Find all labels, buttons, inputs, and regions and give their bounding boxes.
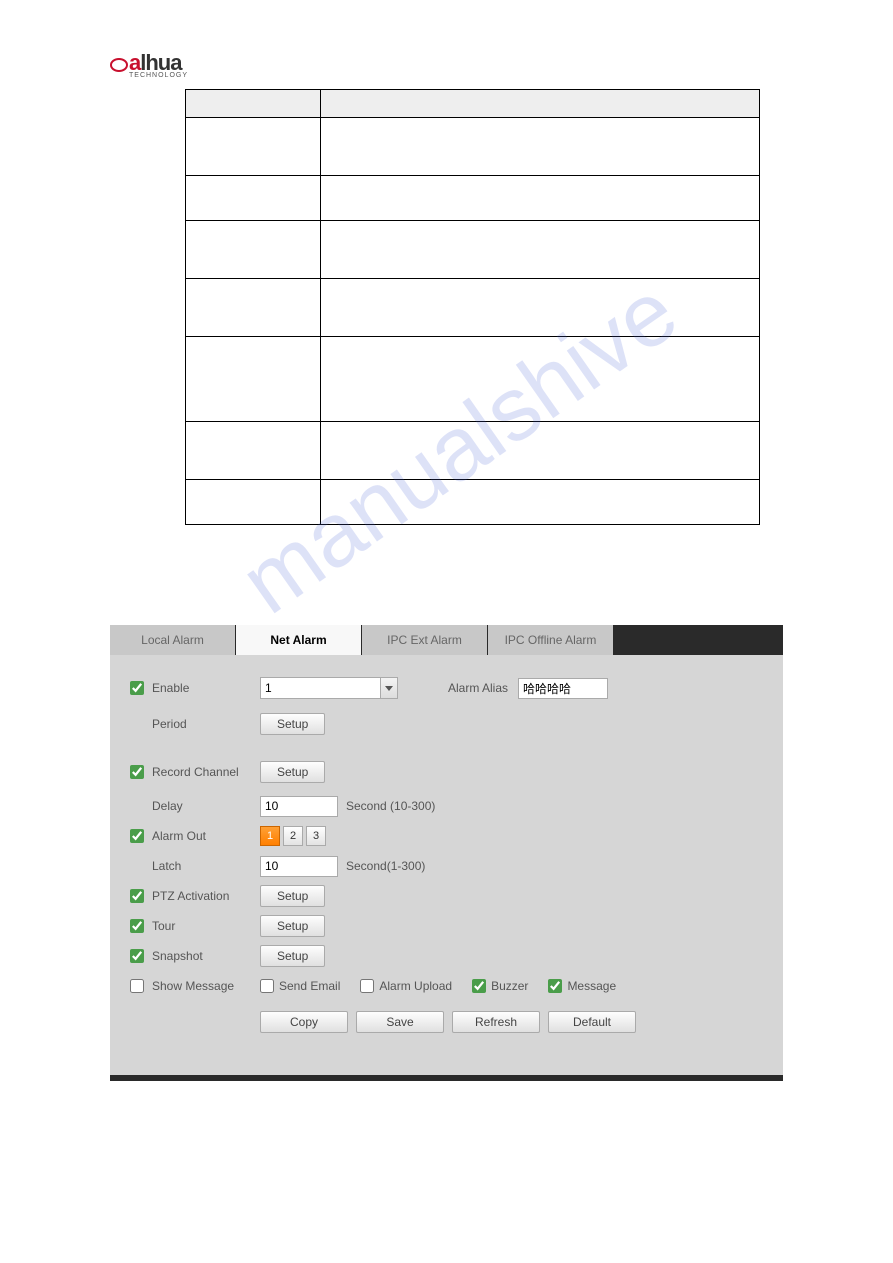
latch-unit: Second(1-300) <box>346 859 425 873</box>
record-channel-checkbox[interactable] <box>130 765 144 779</box>
enable-label: Enable <box>152 681 260 695</box>
alarm-out-1[interactable]: 1 <box>260 826 280 846</box>
record-channel-label: Record Channel <box>152 765 260 779</box>
period-label: Period <box>152 717 260 731</box>
logo-icon <box>110 58 128 72</box>
tab-net-alarm[interactable]: Net Alarm <box>236 625 361 655</box>
show-message-checkbox[interactable] <box>130 979 144 993</box>
default-button[interactable]: Default <box>548 1011 636 1033</box>
show-message-label: Show Message <box>152 979 260 993</box>
tab-ipc-ext-alarm[interactable]: IPC Ext Alarm <box>362 625 487 655</box>
alarm-out-label: Alarm Out <box>152 829 260 843</box>
table-row <box>186 118 760 176</box>
tour-checkbox[interactable] <box>130 919 144 933</box>
latch-input[interactable] <box>260 856 338 877</box>
table-row <box>186 337 760 422</box>
save-button[interactable]: Save <box>356 1011 444 1033</box>
tab-local-alarm[interactable]: Local Alarm <box>110 625 235 655</box>
snapshot-setup-button[interactable]: Setup <box>260 945 325 967</box>
logo: alhua TECHNOLOGY <box>0 0 893 89</box>
alarm-upload-checkbox[interactable] <box>360 979 374 993</box>
snapshot-label: Snapshot <box>152 949 260 963</box>
ptz-setup-button[interactable]: Setup <box>260 885 325 907</box>
delay-label: Delay <box>152 799 260 813</box>
tour-setup-button[interactable]: Setup <box>260 915 325 937</box>
send-email-label: Send Email <box>279 979 340 993</box>
ptz-checkbox[interactable] <box>130 889 144 903</box>
table-row <box>186 279 760 337</box>
tab-bar: Local Alarm Net Alarm IPC Ext Alarm IPC … <box>110 625 783 655</box>
message-checkbox[interactable] <box>548 979 562 993</box>
send-email-checkbox[interactable] <box>260 979 274 993</box>
table-row <box>186 422 760 480</box>
buzzer-label: Buzzer <box>491 979 528 993</box>
settings-panel: Local Alarm Net Alarm IPC Ext Alarm IPC … <box>110 625 783 1081</box>
record-setup-button[interactable]: Setup <box>260 761 325 783</box>
alarm-upload-label: Alarm Upload <box>379 979 452 993</box>
alarm-out-checkbox[interactable] <box>130 829 144 843</box>
latch-label: Latch <box>152 859 260 873</box>
table-row <box>186 221 760 279</box>
delay-unit: Second (10-300) <box>346 799 435 813</box>
alarm-out-3[interactable]: 3 <box>306 826 326 846</box>
delay-input[interactable] <box>260 796 338 817</box>
buzzer-checkbox[interactable] <box>472 979 486 993</box>
table-row <box>186 480 760 525</box>
tab-ipc-offline-alarm[interactable]: IPC Offline Alarm <box>488 625 613 655</box>
copy-button[interactable]: Copy <box>260 1011 348 1033</box>
channel-select[interactable]: 1 <box>260 677 398 699</box>
refresh-button[interactable]: Refresh <box>452 1011 540 1033</box>
period-setup-button[interactable]: Setup <box>260 713 325 735</box>
alarm-alias-input[interactable] <box>518 678 608 699</box>
parameter-table <box>185 89 760 525</box>
snapshot-checkbox[interactable] <box>130 949 144 963</box>
table-header <box>321 90 760 118</box>
alarm-alias-label: Alarm Alias <box>448 681 508 695</box>
logo-subtext: TECHNOLOGY <box>129 72 188 79</box>
table-row <box>186 176 760 221</box>
tour-label: Tour <box>152 919 260 933</box>
enable-checkbox[interactable] <box>130 681 144 695</box>
message-label: Message <box>567 979 616 993</box>
table-header <box>186 90 321 118</box>
ptz-label: PTZ Activation <box>152 889 260 903</box>
alarm-out-2[interactable]: 2 <box>283 826 303 846</box>
